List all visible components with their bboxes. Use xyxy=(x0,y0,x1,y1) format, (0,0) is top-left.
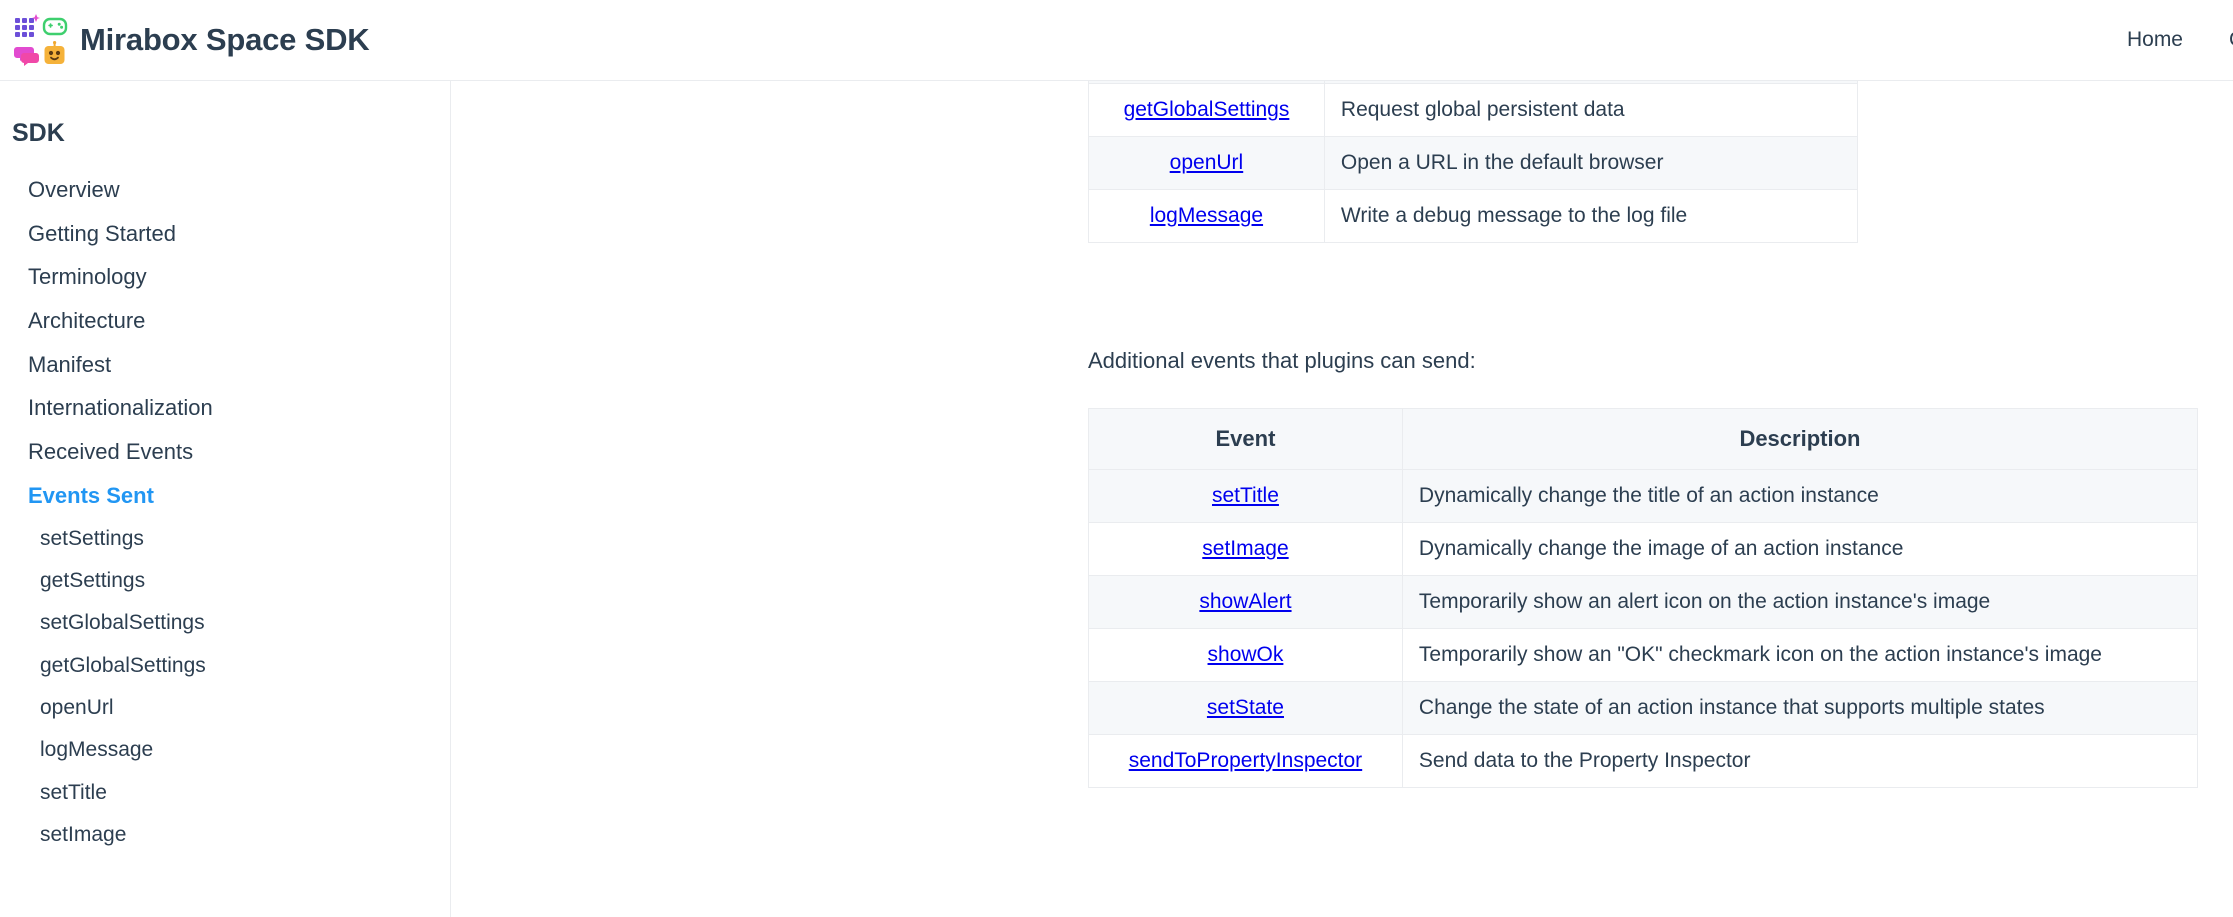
sidebar-subitem-openurl[interactable]: openUrl xyxy=(0,687,450,729)
nav-language[interactable]: C xyxy=(2229,28,2233,52)
table-row: sendToPropertyInspector Send data to the… xyxy=(1088,734,2199,788)
main-content: setGlobalSettings Globally save plugin d… xyxy=(452,81,2233,917)
sidebar-group-title: SDK xyxy=(12,119,65,147)
events-table-partial-wrapper: setGlobalSettings Globally save plugin d… xyxy=(1088,81,1859,243)
sidebar-subitem-logmessage[interactable]: logMessage xyxy=(0,729,450,771)
sidebar-item-overview[interactable]: Overview xyxy=(0,168,450,212)
table-row: showAlert Temporarily show an alert icon… xyxy=(1088,575,2199,629)
event-link-sendtopropertyinspector[interactable]: sendToPropertyInspector xyxy=(1129,749,1362,772)
robot-icon xyxy=(42,41,68,67)
event-link[interactable]: getGlobalSettings xyxy=(1124,98,1290,121)
event-description: Dynamically change the image of an actio… xyxy=(1401,522,2199,576)
events-table-partial: setGlobalSettings Globally save plugin d… xyxy=(1088,81,1859,243)
grid-sparkle-icon xyxy=(14,13,40,39)
event-link-setimage[interactable]: setImage xyxy=(1202,537,1288,560)
event-link[interactable]: openUrl xyxy=(1170,151,1244,174)
sidebar-item-architecture[interactable]: Architecture xyxy=(0,299,450,343)
event-link-setstate[interactable]: setState xyxy=(1207,696,1284,719)
event-description: Temporarily show an alert icon on the ac… xyxy=(1401,575,2199,629)
table-row: logMessage Write a debug message to the … xyxy=(1088,189,1859,243)
top-header: Mirabox Space SDK Home C xyxy=(0,0,2233,81)
table-row: setTitle Dynamically change the title of… xyxy=(1088,469,2199,523)
table-row: openUrl Open a URL in the default browse… xyxy=(1088,136,1859,190)
event-description: Send data to the Property Inspector xyxy=(1401,734,2199,788)
gamepad-icon xyxy=(42,13,68,39)
table-row: setState Change the state of an action i… xyxy=(1088,681,2199,735)
event-link-settitle[interactable]: setTitle xyxy=(1212,484,1279,507)
sidebar-subitem-setsettings[interactable]: setSettings xyxy=(0,518,450,560)
table-header-row: Event Description xyxy=(1088,408,2199,470)
brand[interactable]: Mirabox Space SDK xyxy=(14,13,370,67)
event-link-showalert[interactable]: showAlert xyxy=(1199,590,1291,613)
event-description: Open a URL in the default browser xyxy=(1323,136,1859,190)
brand-title: Mirabox Space SDK xyxy=(80,22,370,57)
events-table: Event Description setTitle Dynamically c… xyxy=(1088,408,2199,788)
event-link-showok[interactable]: showOk xyxy=(1208,643,1284,666)
chat-bubbles-icon xyxy=(14,41,40,67)
event-description: Request global persistent data xyxy=(1323,83,1859,137)
sidebar-subitem-setimage[interactable]: setImage xyxy=(0,814,450,856)
sidebar-item-internationalization[interactable]: Internationalization xyxy=(0,386,450,430)
top-nav: Home C xyxy=(2081,0,2233,80)
event-description: Temporarily show an "OK" checkmark icon … xyxy=(1401,628,2199,682)
paragraph-plugins-can-send: Additional events that plugins can send: xyxy=(1088,348,1476,373)
nav-home[interactable]: Home xyxy=(2127,28,2183,52)
column-header-description: Description xyxy=(1401,408,2199,470)
event-description: Write a debug message to the log file xyxy=(1323,189,1859,243)
sidebar-subitem-getsettings[interactable]: getSettings xyxy=(0,560,450,602)
table-row: setImage Dynamically change the image of… xyxy=(1088,522,2199,576)
sidebar-item-events-sent[interactable]: Events Sent xyxy=(0,474,450,518)
sidebar-item-getting-started[interactable]: Getting Started xyxy=(0,212,450,256)
sidebar: SDK Overview Getting Started Terminology… xyxy=(0,81,451,917)
table-row: showOk Temporarily show an "OK" checkmar… xyxy=(1088,628,2199,682)
events-table-wrapper: Event Description setTitle Dynamically c… xyxy=(1088,408,2199,788)
column-header-event: Event xyxy=(1088,408,1403,470)
event-description: Change the state of an action instance t… xyxy=(1401,681,2199,735)
event-description: Dynamically change the title of an actio… xyxy=(1401,469,2199,523)
app-logo xyxy=(14,13,68,67)
sidebar-subitem-settitle[interactable]: setTitle xyxy=(0,772,450,814)
sidebar-nav-list: Overview Getting Started Terminology Arc… xyxy=(0,168,450,856)
sidebar-item-terminology[interactable]: Terminology xyxy=(0,255,450,299)
sidebar-subitem-getglobalsettings[interactable]: getGlobalSettings xyxy=(0,645,450,687)
sidebar-item-received-events[interactable]: Received Events xyxy=(0,430,450,474)
sidebar-item-manifest[interactable]: Manifest xyxy=(0,343,450,387)
table-row: getGlobalSettings Request global persist… xyxy=(1088,83,1859,137)
sidebar-subitem-setglobalsettings[interactable]: setGlobalSettings xyxy=(0,602,450,644)
event-link[interactable]: logMessage xyxy=(1150,204,1263,227)
